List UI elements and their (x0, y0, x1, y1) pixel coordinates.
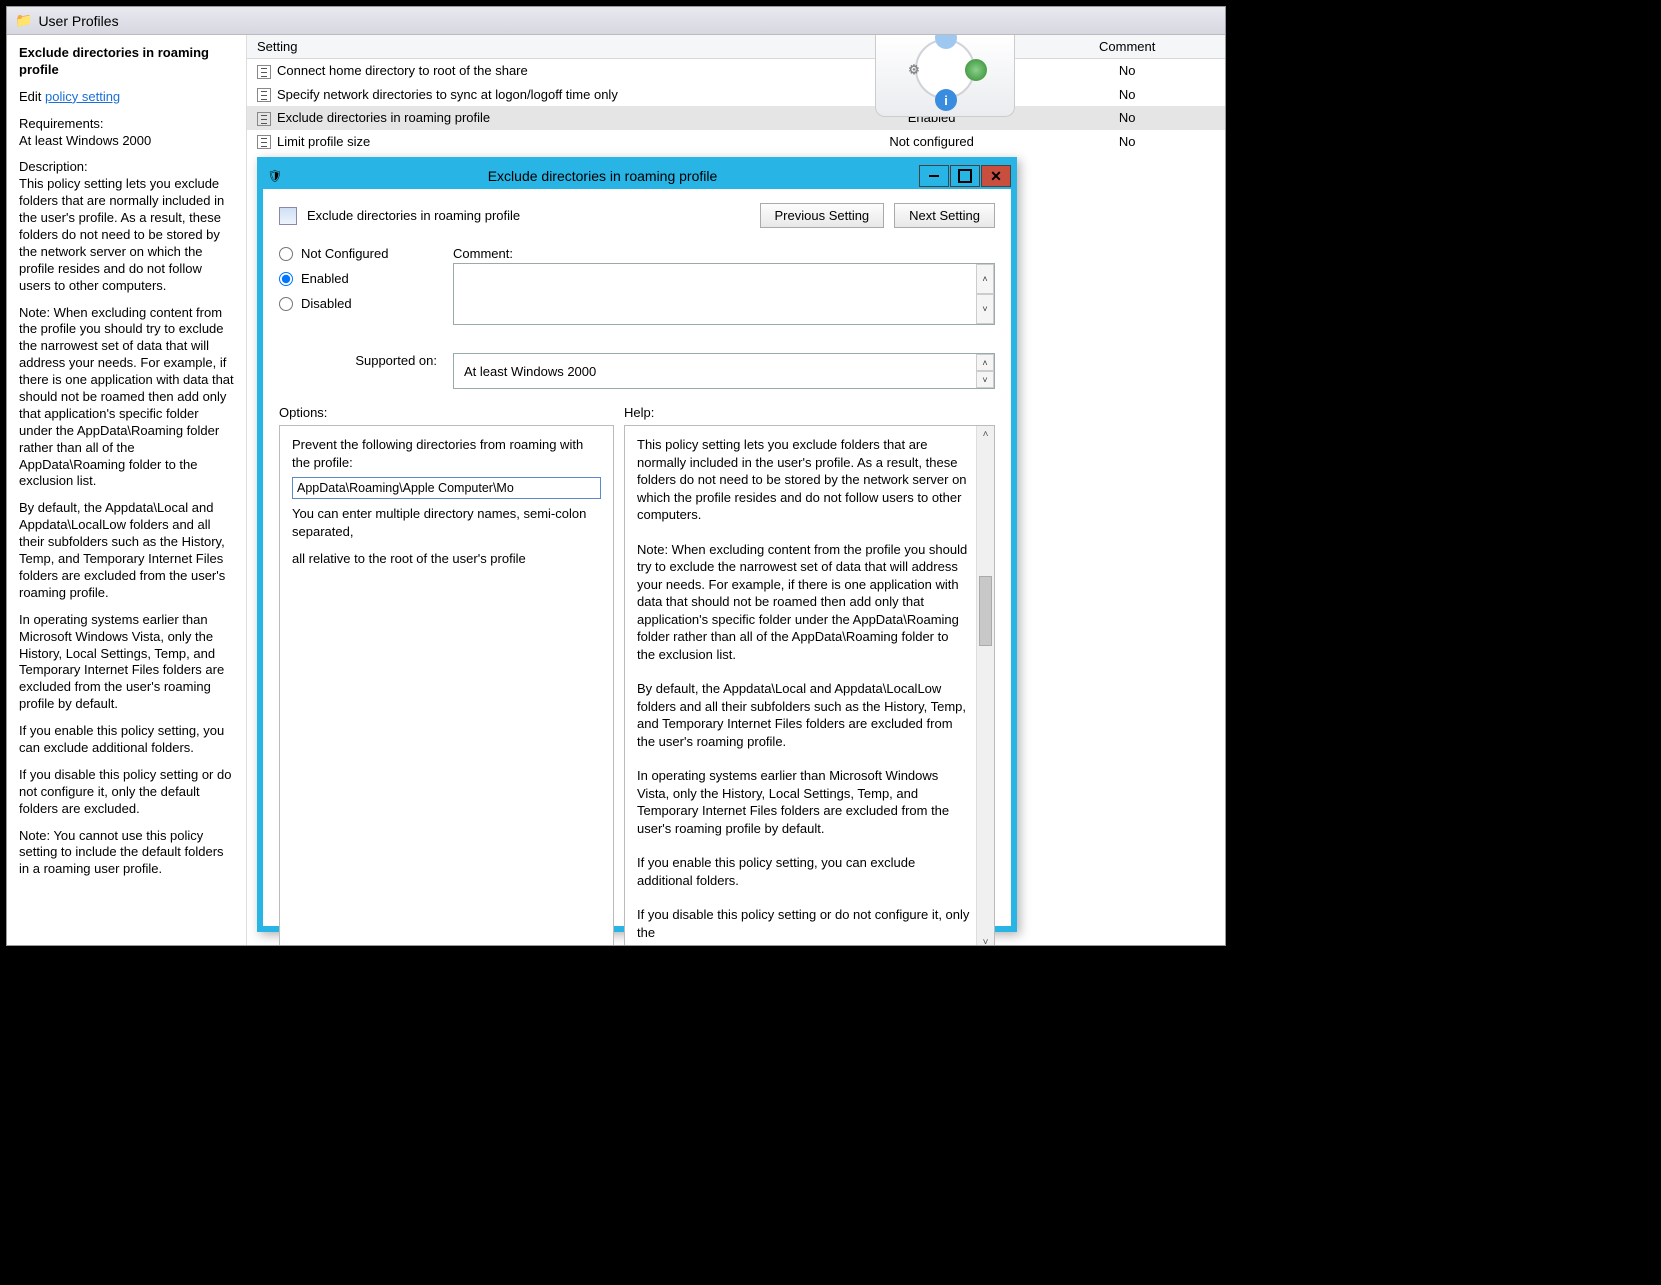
exclude-directories-input[interactable] (292, 477, 601, 499)
edit-link-line: Edit policy setting (19, 89, 234, 106)
policy-grid: Setting State Comment Connect home direc… (247, 35, 1225, 153)
spin-down-icon[interactable]: ˅ (976, 294, 994, 324)
policy-icon (257, 135, 271, 149)
help-scrollbar[interactable]: ˄ ˅ (976, 426, 994, 945)
options-pane: Prevent the following directories from r… (279, 425, 614, 945)
help-label: Help: (624, 405, 654, 420)
policy-icon (257, 88, 271, 102)
selected-policy-title: Exclude directories in roaming profile (19, 45, 234, 79)
maximize-button[interactable] (950, 165, 980, 187)
close-button[interactable]: ✕ (981, 165, 1011, 187)
help-pane: This policy setting lets you exclude fol… (624, 425, 995, 945)
minimize-button[interactable] (919, 165, 949, 187)
window-title: User Profiles (38, 13, 118, 29)
description-label: Description: (19, 159, 88, 174)
col-setting[interactable]: Setting (247, 35, 834, 59)
radio-disabled[interactable]: Disabled (279, 296, 429, 311)
comment-label: Comment: (453, 246, 995, 261)
gpo-editor-window: 📁 User Profiles Exclude directories in r… (6, 6, 1226, 946)
gear-icon[interactable]: ⚙ (903, 59, 925, 81)
policy-name: Exclude directories in roaming profile (307, 208, 750, 223)
titlebar: 📁 User Profiles (7, 7, 1225, 35)
details-sidebar: Exclude directories in roaming profile E… (7, 35, 247, 945)
next-setting-button[interactable]: Next Setting (894, 203, 995, 228)
content-area: Setting State Comment Connect home direc… (247, 35, 1225, 945)
policy-icon (257, 112, 271, 126)
scroll-up-icon[interactable]: ˄ (977, 426, 994, 444)
spin-up-icon[interactable]: ˄ (976, 264, 994, 294)
state-radios: Not Configured Enabled Disabled (279, 246, 429, 325)
supported-on-label: Supported on: (355, 353, 437, 368)
folder-icon: 📁 (15, 12, 32, 29)
previous-setting-button[interactable]: Previous Setting (760, 203, 885, 228)
comment-field[interactable]: ˄˅ (453, 263, 995, 325)
policy-icon (257, 65, 271, 79)
policy-name-icon (279, 207, 297, 225)
scroll-thumb[interactable] (979, 576, 992, 646)
dialog-titlebar[interactable]: 🛡 Exclude directories in roaming profile… (263, 163, 1011, 189)
supported-on-field: At least Windows 2000 ˄˅ (453, 353, 995, 389)
info-icon[interactable]: i (935, 89, 957, 111)
scroll-down-icon[interactable]: ˅ (977, 934, 994, 946)
requirements-label: Requirements: (19, 116, 104, 131)
table-row[interactable]: Limit profile sizeNot configuredNo (247, 130, 1225, 154)
radio-enabled[interactable]: Enabled (279, 271, 429, 286)
policy-dialog: 🛡 Exclude directories in roaming profile… (257, 157, 1017, 932)
options-label: Options: (279, 405, 624, 420)
screen-icon[interactable] (935, 35, 957, 49)
globe-icon[interactable] (965, 59, 987, 81)
help-gadget[interactable]: ⚙ i (875, 35, 1015, 117)
dialog-title: Exclude directories in roaming profile (287, 168, 918, 184)
table-row[interactable]: Specify network directories to sync at l… (247, 83, 1225, 107)
dialog-icon: 🛡 (263, 169, 287, 183)
table-row-selected[interactable]: Exclude directories in roaming profileEn… (247, 106, 1225, 130)
radio-not-configured[interactable]: Not Configured (279, 246, 429, 261)
spin-down-icon[interactable]: ˅ (976, 371, 994, 388)
requirements-value: At least Windows 2000 (19, 133, 151, 148)
table-row[interactable]: Connect home directory to root of the sh… (247, 59, 1225, 83)
edit-policy-link[interactable]: policy setting (45, 89, 120, 104)
spin-up-icon[interactable]: ˄ (976, 354, 994, 371)
col-comment[interactable]: Comment (1029, 35, 1225, 59)
